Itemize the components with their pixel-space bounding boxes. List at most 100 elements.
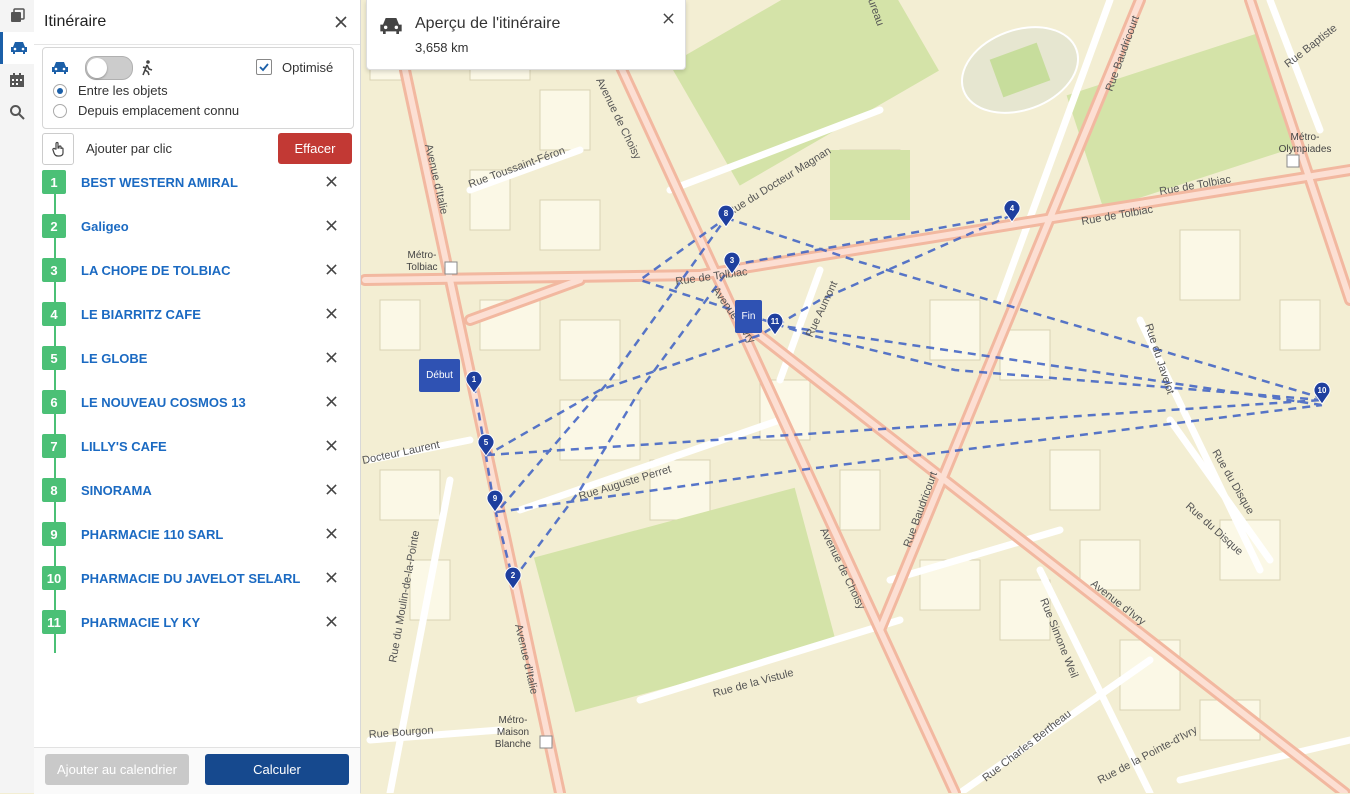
car-icon[interactable]	[51, 61, 69, 80]
route-marker-number: 11	[771, 317, 780, 326]
close-icon[interactable]	[659, 9, 677, 27]
close-icon[interactable]	[323, 569, 339, 585]
stop-name-link[interactable]: LE GLOBE	[81, 351, 147, 366]
summary-title: Aperçu de l'itinéraire	[415, 15, 561, 32]
panel-header: Itinéraire	[34, 0, 360, 45]
route-options: Optimisé Entre les objets Depuis emplace…	[42, 47, 354, 129]
route-marker-number: 3	[730, 256, 735, 265]
route-summary-card: Aperçu de l'itinéraire 3,658 km	[366, 0, 686, 70]
route-marker-number: 1	[472, 375, 477, 384]
stop-item: 10 PHARMACIE DU JAVELOT SELARL	[42, 564, 352, 592]
panel-title: Itinéraire	[44, 13, 107, 30]
route-marker[interactable]: 3	[723, 251, 741, 275]
route-marker-number: 9	[493, 494, 498, 503]
stop-number-badge: 3	[42, 258, 66, 282]
add-by-click-label: Ajouter par clic	[86, 141, 172, 156]
metro-icon	[444, 261, 458, 275]
stop-number-badge: 6	[42, 390, 66, 414]
metro-label-maison-1: Métro-	[499, 715, 528, 726]
metro-icon	[539, 735, 553, 749]
walk-icon[interactable]	[140, 60, 154, 81]
calendar-icon[interactable]	[0, 64, 34, 96]
route-start-tag[interactable]: Début	[419, 359, 460, 392]
metro-label-maison-2: Maison	[497, 727, 529, 738]
route-marker-number: 8	[724, 209, 729, 218]
metro-label-tolbiac-2: Tolbiac	[406, 262, 437, 273]
stop-name-link[interactable]: PHARMACIE LY KY	[81, 615, 200, 630]
route-marker[interactable]: 1	[465, 370, 483, 394]
route-end-tag[interactable]: Fin	[735, 300, 762, 333]
close-icon[interactable]	[323, 305, 339, 321]
stop-number-badge: 8	[42, 478, 66, 502]
stop-item: 7 LILLY'S CAFE	[42, 432, 352, 460]
route-marker[interactable]: 10	[1313, 381, 1331, 405]
car-icon[interactable]	[0, 32, 34, 64]
add-by-click-row: Ajouter par clic Effacer	[42, 133, 352, 165]
stop-name-link[interactable]: SINORAMA	[81, 483, 152, 498]
stop-item: 9 PHARMACIE 110 SARL	[42, 520, 352, 548]
route-marker-number: 5	[484, 438, 489, 447]
close-icon[interactable]	[323, 613, 339, 629]
stop-number-badge: 7	[42, 434, 66, 458]
stop-list: 1 BEST WESTERN AMIRAL 2 Galigeo 3 LA CHOPE DE…	[42, 168, 352, 656]
optimise-label: Optimisé	[282, 60, 334, 75]
layers-icon[interactable]	[0, 0, 34, 32]
route-marker[interactable]: 5	[477, 433, 495, 457]
metro-icon	[1286, 154, 1300, 168]
add-to-calendar-button[interactable]: Ajouter au calendrier	[45, 754, 189, 785]
compute-button[interactable]: Calculer	[205, 754, 349, 785]
travel-mode-toggle[interactable]	[85, 56, 133, 80]
close-icon[interactable]	[323, 261, 339, 277]
close-icon[interactable]	[323, 349, 339, 365]
left-rail	[0, 0, 35, 793]
stop-item: 6 LE NOUVEAU COSMOS 13	[42, 388, 352, 416]
stop-number-badge: 1	[42, 170, 66, 194]
route-marker[interactable]: 8	[717, 204, 735, 228]
metro-label-maison-3: Blanche	[495, 739, 532, 750]
route-marker[interactable]: 2	[504, 566, 522, 590]
metro-label-olympiades-2: Olympiades	[1279, 144, 1332, 155]
stop-name-link[interactable]: LE NOUVEAU COSMOS 13	[81, 395, 246, 410]
hand-pointer-icon[interactable]	[42, 133, 74, 165]
close-icon[interactable]	[323, 525, 339, 541]
radio-between-objects[interactable]	[53, 84, 67, 98]
stop-number-badge: 2	[42, 214, 66, 238]
stop-name-link[interactable]: LE BIARRITZ CAFE	[81, 307, 201, 322]
stop-item: 8 SINORAMA	[42, 476, 352, 504]
stop-number-badge: 11	[42, 610, 66, 634]
stop-number-badge: 5	[42, 346, 66, 370]
close-icon[interactable]	[323, 481, 339, 497]
radio-from-known-location-label: Depuis emplacement connu	[78, 103, 240, 118]
route-marker[interactable]: 4	[1003, 199, 1021, 223]
stop-name-link[interactable]: LA CHOPE DE TOLBIAC	[81, 263, 231, 278]
stop-item: 1 BEST WESTERN AMIRAL	[42, 168, 352, 196]
stop-item: 4 LE BIARRITZ CAFE	[42, 300, 352, 328]
stop-name-link[interactable]: PHARMACIE 110 SARL	[81, 527, 223, 542]
stop-name-link[interactable]: PHARMACIE DU JAVELOT SELARL	[81, 571, 300, 586]
summary-distance: 3,658 km	[415, 40, 469, 55]
itinerary-panel: Itinéraire Optimisé Entre les objets Dep…	[34, 0, 361, 794]
metro-label-olympiades-1: Métro-	[1291, 132, 1320, 143]
close-icon[interactable]	[323, 173, 339, 189]
stop-number-badge: 9	[42, 522, 66, 546]
close-icon[interactable]	[323, 393, 339, 409]
stop-name-link[interactable]: LILLY'S CAFE	[81, 439, 167, 454]
route-marker-number: 10	[1318, 386, 1327, 395]
close-icon[interactable]	[323, 437, 339, 453]
radio-from-known-location[interactable]	[53, 104, 67, 118]
clear-button[interactable]: Effacer	[278, 133, 352, 164]
optimise-checkbox[interactable]	[256, 59, 272, 75]
stop-name-link[interactable]: BEST WESTERN AMIRAL	[81, 175, 238, 190]
route-marker[interactable]: 9	[486, 489, 504, 513]
stop-item: 5 LE GLOBE	[42, 344, 352, 372]
route-marker-number: 4	[1010, 204, 1015, 213]
search-icon[interactable]	[0, 96, 34, 128]
toggle-knob	[87, 58, 107, 78]
close-icon[interactable]	[332, 13, 350, 31]
route-marker[interactable]: 11	[766, 312, 784, 336]
stop-number-badge: 4	[42, 302, 66, 326]
close-icon[interactable]	[323, 217, 339, 233]
stop-item: 11 PHARMACIE LY KY	[42, 608, 352, 636]
stop-item: 2 Galigeo	[42, 212, 352, 240]
stop-name-link[interactable]: Galigeo	[81, 219, 129, 234]
